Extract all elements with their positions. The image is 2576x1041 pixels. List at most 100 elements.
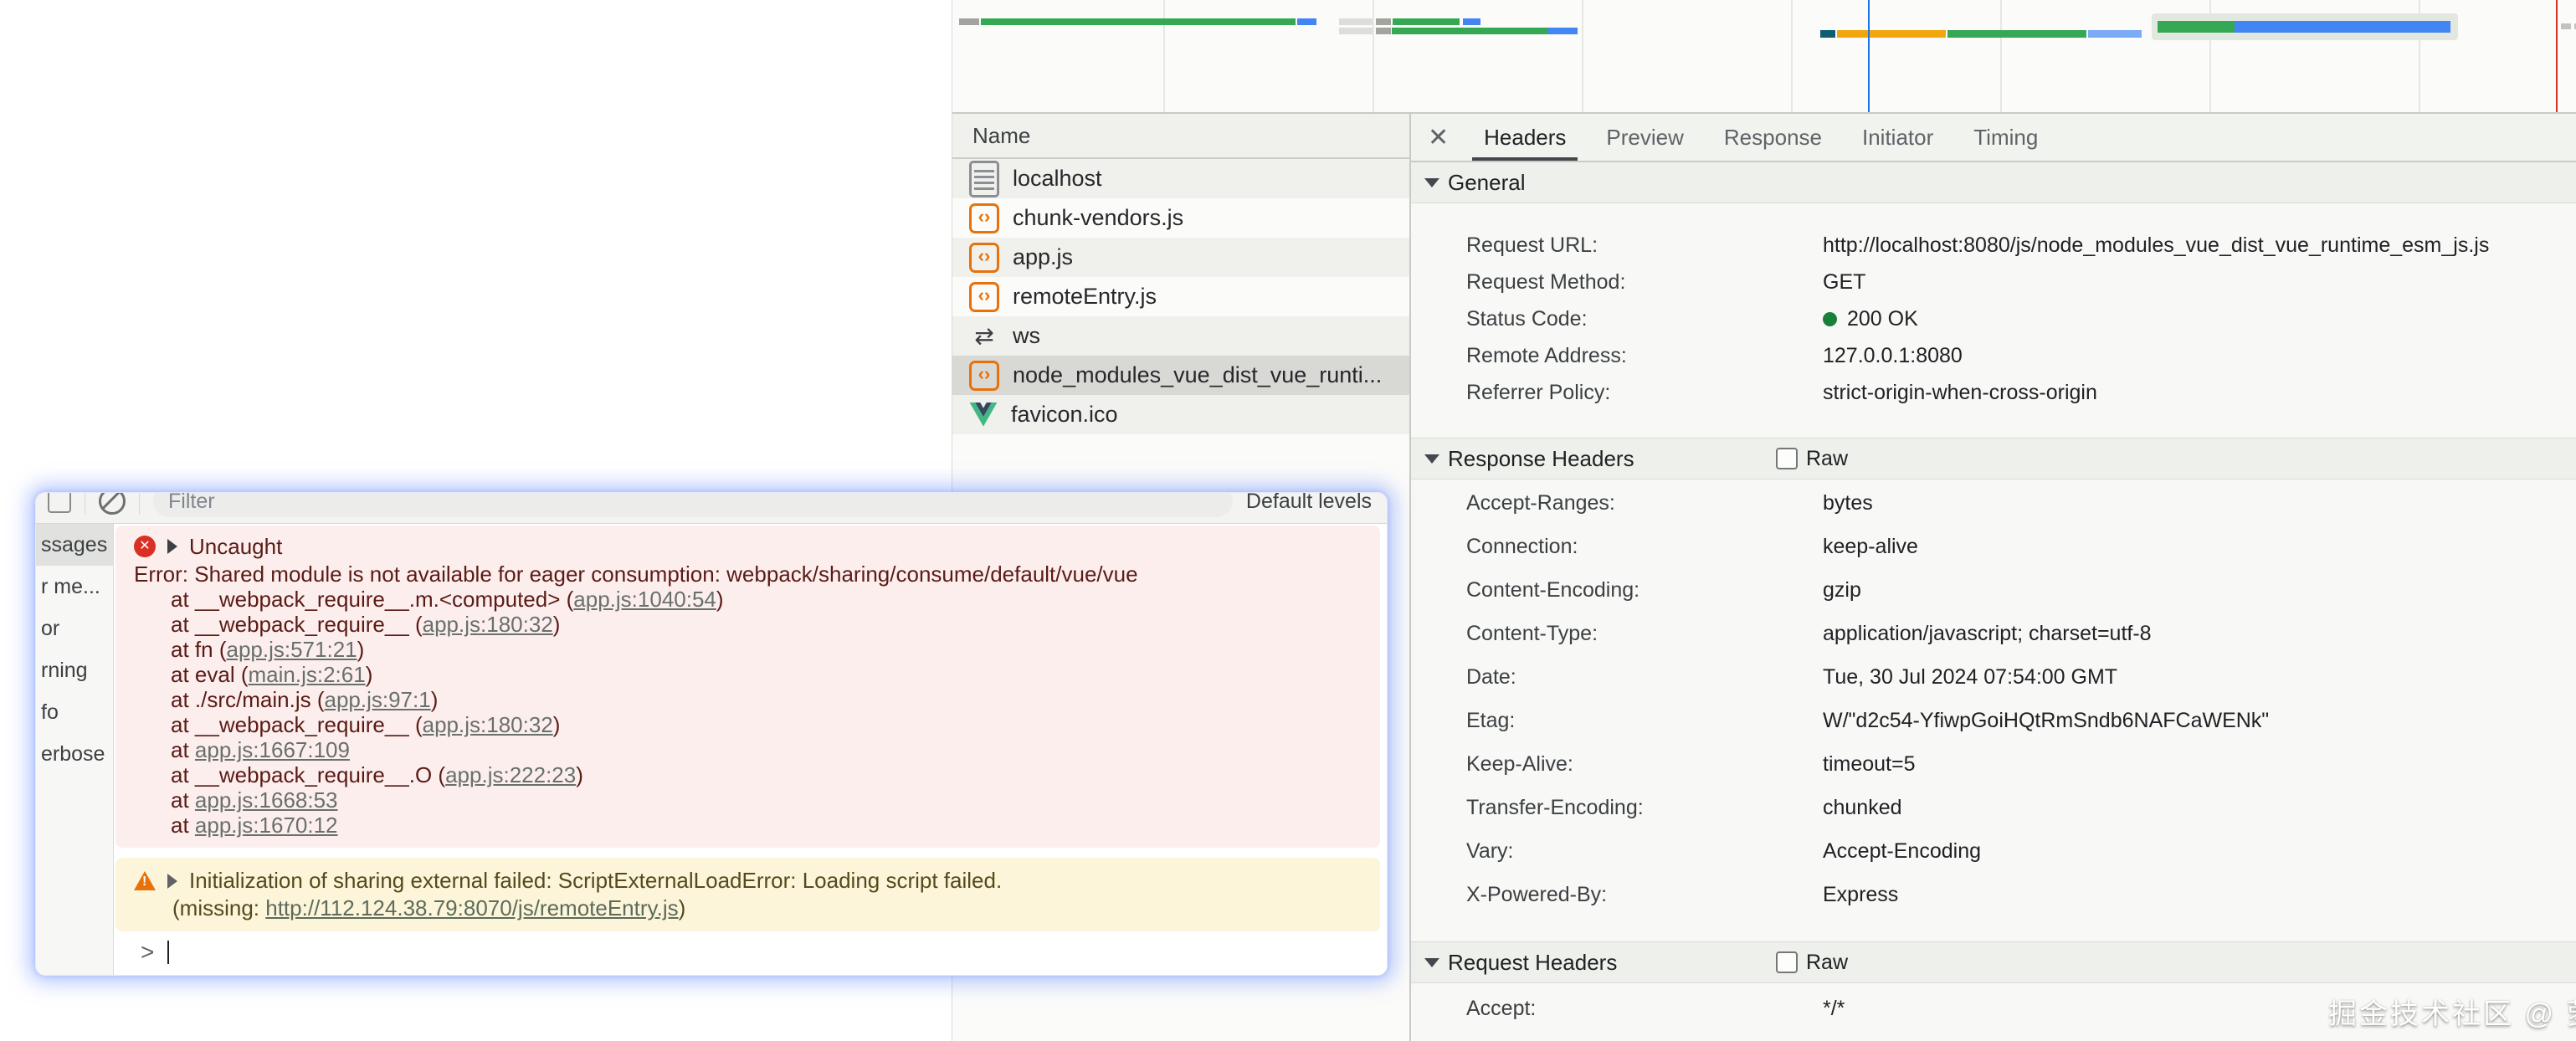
stack-line: at ./src/main.js (app.js:97:1) — [134, 687, 1368, 712]
close-icon[interactable]: ✕ — [1428, 123, 1449, 152]
waterfall-bar — [1392, 28, 1547, 34]
request-row-remote-entry[interactable]: remoteEntry.js — [952, 277, 1409, 316]
toolbar-divider — [139, 493, 140, 515]
section-title: Request Headers — [1448, 950, 1617, 976]
request-row-ws[interactable]: ws — [952, 316, 1409, 356]
expand-arrow-icon[interactable] — [167, 874, 177, 889]
devtools-screenshot: Name localhost chunk-vendors.js app.js r… — [0, 0, 2576, 1041]
header-row: Referrer Policy: strict-origin-when-cros… — [1466, 374, 2576, 411]
sidebar-item-warnings[interactable]: rning — [36, 649, 113, 691]
tab-preview[interactable]: Preview — [1593, 114, 1696, 161]
watermark-text: 掘金技术社区 @ 萝卜儿白菜 — [2328, 991, 2576, 1032]
header-row: Date:Tue, 30 Jul 2024 07:54:00 GMT — [1466, 655, 2576, 699]
waterfall-bar — [1393, 18, 1460, 25]
source-link[interactable]: app.js:1667:109 — [195, 737, 350, 762]
sidebar-item-user-messages[interactable]: r me... — [36, 566, 113, 608]
waterfall-bar — [1820, 30, 1835, 38]
stack-line: at __webpack_require__.m.<computed> (app… — [134, 587, 1368, 612]
source-link[interactable]: app.js:97:1 — [324, 687, 430, 712]
section-general[interactable]: General — [1411, 162, 2576, 203]
error-icon — [134, 536, 156, 557]
script-icon — [969, 243, 999, 273]
log-levels-dropdown[interactable]: Default levels — [1246, 493, 1372, 514]
missing-url-link[interactable]: http://112.124.38.79:8070/js/remoteEntry… — [265, 895, 678, 920]
section-title: Response Headers — [1448, 446, 1634, 472]
stack-line: at __webpack_require__ (app.js:180:32) — [134, 612, 1368, 637]
text-cursor — [167, 941, 169, 964]
waterfall-bar — [1947, 30, 2086, 38]
stack-line: at app.js:1670:12 — [134, 813, 1368, 838]
network-waterfall-overview — [952, 0, 2576, 114]
header-row: Remote Address: 127.0.0.1:8080 — [1466, 337, 2576, 374]
console-sidebar: ssages r me... or rning fo erbose — [36, 524, 114, 976]
stack-line: at app.js:1668:53 — [134, 787, 1368, 813]
network-name-column-header[interactable]: Name — [952, 114, 1409, 159]
waterfall-bar — [1376, 28, 1391, 34]
source-link[interactable]: app.js:1668:53 — [195, 787, 338, 813]
section-request-headers[interactable]: Request Headers Raw — [1411, 941, 2576, 983]
waterfall-bar — [1297, 18, 1316, 25]
request-name: favicon.ico — [1011, 402, 1118, 428]
waterfall-bar — [2088, 30, 2142, 38]
panel-toggle-icon[interactable] — [48, 493, 71, 513]
tab-headers[interactable]: Headers — [1470, 114, 1579, 161]
request-row-app-js[interactable]: app.js — [952, 238, 1409, 277]
header-row: Accept-Ranges:bytes — [1466, 481, 2576, 525]
warning-icon — [134, 871, 156, 890]
header-row: Content-Encoding:gzip — [1466, 568, 2576, 612]
source-link[interactable]: app.js:180:32 — [423, 712, 553, 737]
source-link[interactable]: app.js:1670:12 — [195, 813, 338, 838]
request-row-favicon[interactable]: favicon.ico — [952, 395, 1409, 434]
waterfall-bar — [2235, 21, 2450, 33]
sidebar-item-errors[interactable]: or — [36, 608, 113, 649]
console-filter-input[interactable]: Filter — [153, 493, 1233, 517]
header-row: Keep-Alive:timeout=5 — [1466, 742, 2576, 786]
raw-checkbox[interactable] — [1776, 951, 1798, 973]
source-link[interactable]: app.js:571:21 — [226, 637, 357, 662]
waterfall-bar — [2158, 21, 2235, 33]
sidebar-item-all-messages[interactable]: ssages — [36, 524, 113, 566]
clear-console-icon[interactable] — [99, 493, 126, 515]
source-link[interactable]: app.js:222:23 — [445, 762, 576, 787]
filter-placeholder: Filter — [168, 493, 215, 514]
script-icon — [969, 203, 999, 233]
document-icon — [969, 161, 999, 197]
section-response-headers[interactable]: Response Headers Raw — [1411, 438, 2576, 479]
general-section-body: Request URL: http://localhost:8080/js/no… — [1411, 203, 2576, 438]
request-name: remoteEntry.js — [1013, 284, 1157, 310]
tab-timing[interactable]: Timing — [1960, 114, 2051, 161]
console-error-message: Uncaught Error: Shared module is not ava… — [115, 526, 1380, 848]
sidebar-item-info[interactable]: fo — [36, 691, 113, 733]
waterfall-bar — [981, 18, 1296, 25]
sidebar-item-verbose[interactable]: erbose — [36, 733, 113, 775]
websocket-icon — [969, 322, 999, 350]
console-prompt[interactable]: > — [115, 938, 1380, 967]
request-name: node_modules_vue_dist_vue_runti... — [1013, 362, 1382, 388]
expand-arrow-icon[interactable] — [167, 539, 177, 554]
header-row: Transfer-Encoding:chunked — [1466, 786, 2576, 829]
request-row-localhost[interactable]: localhost — [952, 159, 1409, 198]
source-link[interactable]: main.js:2:61 — [249, 662, 366, 687]
stack-line: at __webpack_require__.O (app.js:222:23) — [134, 762, 1368, 787]
raw-toggle[interactable]: Raw — [1776, 447, 1848, 471]
error-label: Uncaught — [189, 534, 282, 560]
stack-line: at app.js:1667:109 — [134, 737, 1368, 762]
raw-toggle[interactable]: Raw — [1776, 951, 1848, 975]
raw-checkbox[interactable] — [1776, 448, 1798, 469]
stack-line: at fn (app.js:571:21) — [134, 637, 1368, 662]
source-link[interactable]: app.js:180:32 — [423, 612, 553, 637]
chevron-down-icon — [1424, 178, 1439, 187]
tab-response[interactable]: Response — [1711, 114, 1835, 161]
request-row-node-modules-vue-selected[interactable]: node_modules_vue_dist_vue_runti... — [952, 356, 1409, 395]
section-title: General — [1448, 170, 1526, 196]
tab-initiator[interactable]: Initiator — [1849, 114, 1947, 161]
chevron-down-icon — [1424, 454, 1439, 464]
request-name: ws — [1013, 323, 1040, 349]
request-row-chunk-vendors[interactable]: chunk-vendors.js — [952, 198, 1409, 238]
header-row: Request URL: http://localhost:8080/js/no… — [1466, 227, 2576, 264]
header-row: X-Powered-By:Express — [1466, 873, 2576, 916]
warning-text: Initialization of sharing external faile… — [189, 868, 1002, 894]
status-ok-dot — [1823, 312, 1837, 326]
waterfall-bar — [1463, 18, 1480, 25]
source-link[interactable]: app.js:1040:54 — [573, 587, 716, 612]
